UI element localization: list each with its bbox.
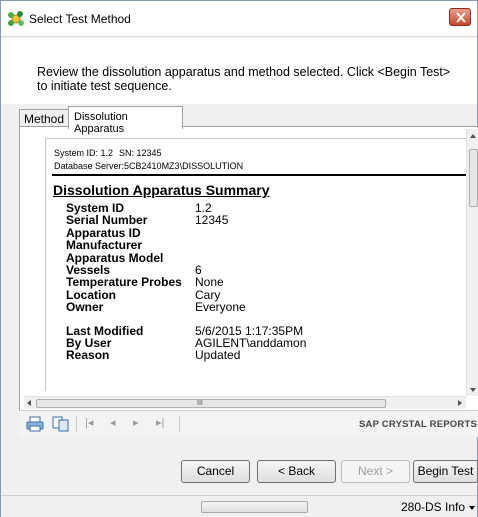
last-page-icon[interactable]: ▸| [156,416,164,429]
report-divider [52,174,466,176]
report-heading: Dissolution Apparatus Summary [53,182,270,198]
scroll-right-icon[interactable] [458,400,462,406]
field-row: Manufacturer [66,239,366,251]
tab-dissolution-apparatus[interactable]: Dissolution Apparatus [68,106,183,135]
field-label: Reason [66,348,110,363]
grip-icon: III [197,400,203,407]
report-fields: System ID 1.2 Serial Number 12345 Apparatu… [66,202,366,362]
scroll-down-icon[interactable] [470,388,476,392]
vertical-scroll-thumb[interactable] [469,149,478,207]
next-button: Next > [341,460,410,483]
field-value: AGILENT\anddamon [195,335,307,350]
cancel-button[interactable]: Cancel [181,460,250,483]
toolbar-separator [76,416,77,432]
field-value: 5/6/2015 1:17:35PM [195,323,304,338]
toolbar-separator [179,416,180,432]
field-label: Owner [66,300,104,315]
horizontal-scrollbar[interactable]: III [24,396,466,409]
vertical-scrollbar[interactable] [466,129,478,396]
field-row: Owner Everyone [66,301,366,313]
field-label: System ID [66,201,125,215]
field-value: Everyone [195,300,246,315]
field-value: None [195,275,224,290]
status-info-label: 280-DS Info [401,500,466,514]
report-toolbar: |◂ ◂ ▸ ▸| SAP CRYSTAL REPORTS [19,410,478,437]
field-value: 1.2 [195,201,212,215]
field-label: Temperature Probes [66,275,182,290]
field-label: Last Modified [66,323,144,338]
title-bar: Select Test Method [1,1,477,37]
field-value: Cary [195,287,221,302]
field-label: By User [66,335,112,350]
report-page: System ID: 1.2 SN: 12345 Database Server:… [45,138,466,391]
close-button[interactable] [449,8,471,26]
field-value: Updated [195,348,241,363]
report-system-line: System ID: 1.2 SN: 12345 [54,148,162,158]
report-system-id: System ID: 1.2 [54,148,114,158]
field-row: Serial Number 12345 [66,214,366,226]
report-viewer: System ID: 1.2 SN: 12345 Database Server:… [24,131,466,391]
report-serial: SN: 12345 [119,148,162,158]
begin-test-button[interactable]: Begin Test [413,460,478,483]
instructions-text: Review the dissolution apparatus and met… [37,65,451,93]
window-title: Select Test Method [29,12,131,26]
field-row: Apparatus Model [66,252,366,264]
status-bar: 280-DS Info [1,495,477,517]
close-icon [456,12,466,23]
previous-page-icon[interactable]: ◂ [110,416,116,429]
field-label: Location [66,287,116,302]
field-row: Reason Updated [66,349,366,361]
brand-label: SAP CRYSTAL REPORTS [359,419,477,430]
back-button[interactable]: < Back [257,460,336,483]
scroll-up-icon[interactable] [470,134,476,138]
status-info-dropdown[interactable]: 280-DS Info [401,500,476,514]
next-page-icon[interactable]: ▸ [133,416,139,429]
field-value: 12345 [195,213,229,228]
export-icon[interactable] [52,416,70,432]
field-label: Serial Number [66,213,148,228]
dropdown-caret-icon [469,505,476,510]
header-area: Review the dissolution apparatus and met… [1,38,477,104]
field-label: Apparatus Model [66,250,164,265]
print-icon[interactable] [26,416,44,432]
field-label: Apparatus ID [66,225,141,240]
app-icon [8,11,24,26]
dialog-window: Select Test Method Review the dissolutio… [0,0,478,517]
field-label: Manufacturer [66,238,143,253]
report-database-line: Database Server:5CB2410MZ3\DISSOLUTION [54,161,244,171]
first-page-icon[interactable]: |◂ [85,416,93,429]
tab-strip: Method Dissolution Apparatus [1,105,477,135]
field-row: Temperature Probes None [66,276,366,288]
field-label: Vessels [66,262,111,277]
field-value: 6 [195,262,202,277]
horizontal-scroll-thumb[interactable]: III [36,399,386,408]
scroll-left-icon[interactable] [27,400,31,406]
progress-bar [201,501,308,513]
